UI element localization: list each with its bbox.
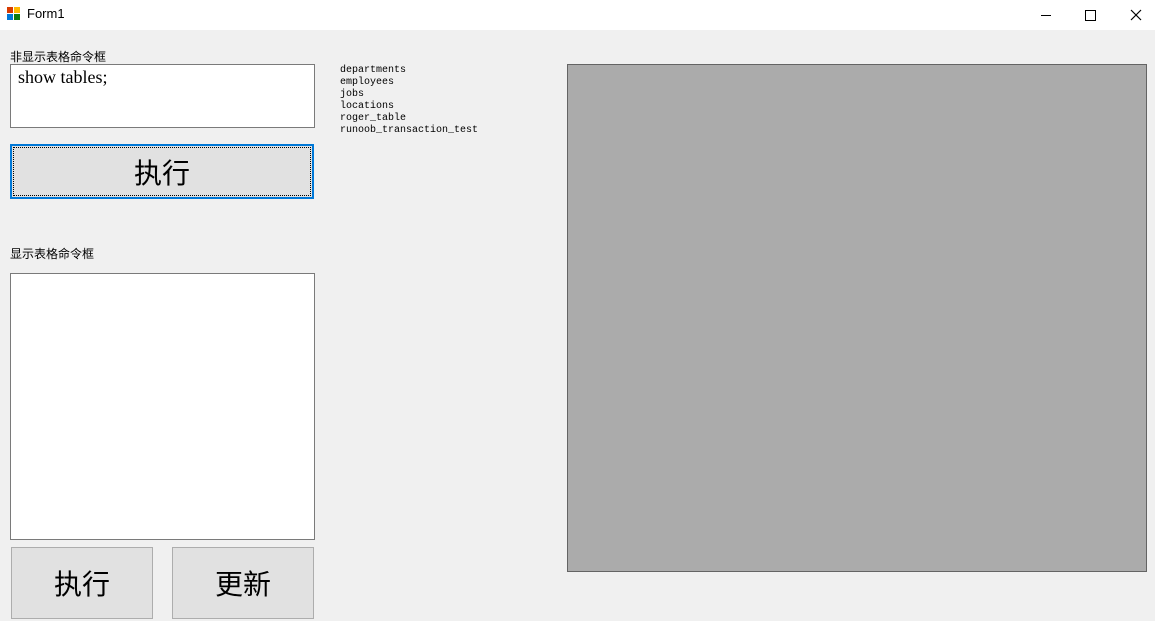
- close-icon: [1130, 9, 1141, 21]
- list-item: roger_table: [340, 113, 407, 124]
- display-command-input[interactable]: [10, 273, 315, 540]
- list-item: locations: [340, 101, 395, 112]
- minimize-icon: [1040, 14, 1051, 16]
- list-item: runoob_transaction_test: [340, 125, 479, 136]
- list-item: employees: [340, 77, 395, 88]
- update-button[interactable]: 更新: [172, 547, 314, 619]
- app-icon: [7, 7, 21, 21]
- data-grid-view[interactable]: [567, 64, 1147, 572]
- title-bar: Form1: [0, 0, 1155, 30]
- display-command-label: 显示表格命令框: [10, 247, 95, 261]
- minimize-button[interactable]: [1023, 0, 1068, 30]
- close-button[interactable]: [1113, 0, 1155, 30]
- table-list: departments employees jobs locations rog…: [340, 65, 478, 137]
- form1-window: Form1 非显示表格命令框 show tables; 执行 departmen…: [0, 0, 1155, 621]
- list-item: jobs: [340, 89, 365, 100]
- execute-button-top[interactable]: 执行: [10, 144, 314, 199]
- maximize-button[interactable]: [1068, 0, 1113, 30]
- window-title: Form1: [27, 6, 65, 21]
- maximize-icon: [1085, 9, 1096, 21]
- list-item: departments: [340, 65, 407, 76]
- non-display-command-input[interactable]: show tables;: [10, 64, 315, 128]
- non-display-command-value: show tables;: [18, 67, 108, 87]
- execute-button-bottom[interactable]: 执行: [11, 547, 153, 619]
- non-display-command-label: 非显示表格命令框: [10, 50, 107, 64]
